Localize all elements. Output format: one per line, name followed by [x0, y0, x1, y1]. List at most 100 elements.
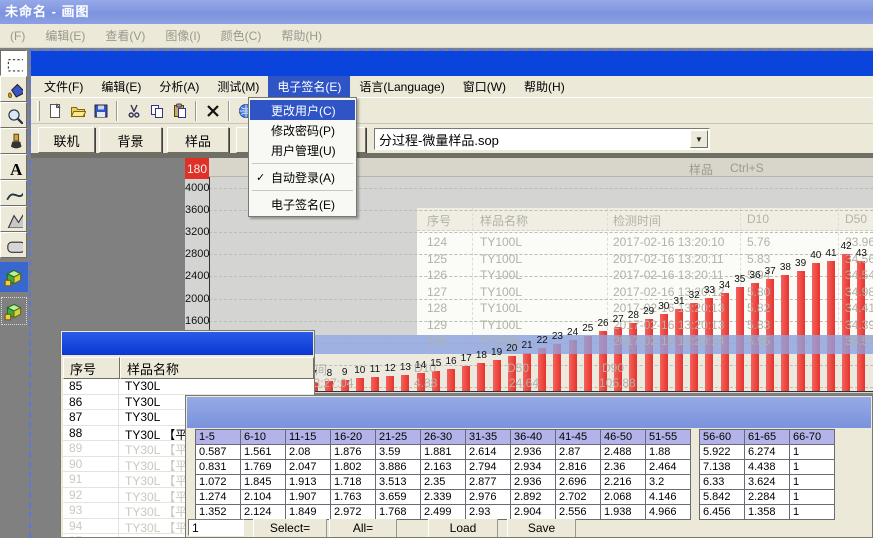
delete-button[interactable]: [201, 100, 224, 122]
results-cell[interactable]: 3.59: [375, 444, 421, 460]
results-cell[interactable]: 2.284: [744, 489, 790, 505]
results-col-header[interactable]: 16-20: [330, 429, 376, 445]
results-cell[interactable]: 1.072: [195, 474, 241, 490]
results-cell[interactable]: 3.624: [744, 474, 790, 490]
results-cell[interactable]: 2.87: [555, 444, 601, 460]
results-cell[interactable]: 6.274: [744, 444, 790, 460]
app-menu-item-1[interactable]: 编辑(E): [92, 76, 150, 97]
menu-item-4[interactable]: ✓自动登录(A): [250, 167, 355, 187]
paint-tool-brush[interactable]: [0, 128, 27, 154]
paint-tool-rounded-rect[interactable]: [0, 232, 27, 258]
results-cell[interactable]: 3.659: [375, 489, 421, 505]
results-cell[interactable]: 1.907: [285, 489, 331, 505]
results-col-header[interactable]: 41-45: [555, 429, 601, 445]
results-cell[interactable]: 1: [789, 459, 835, 475]
results-cell[interactable]: 2.696: [555, 474, 601, 490]
new-button[interactable]: [43, 100, 66, 122]
paint-menu-item-0[interactable]: (F): [0, 29, 35, 43]
results-cell[interactable]: 2.614: [465, 444, 511, 460]
results-cell[interactable]: 2.068: [600, 489, 646, 505]
app-menu-item-2[interactable]: 分析(A): [150, 76, 208, 97]
results-cell[interactable]: 2.816: [555, 459, 601, 475]
paint-tool-select[interactable]: [0, 50, 27, 76]
results-cell[interactable]: 6.33: [699, 474, 745, 490]
results-cell[interactable]: 2.08: [285, 444, 331, 460]
paint-menu-item-1[interactable]: 编辑(E): [35, 27, 95, 44]
chevron-down-icon[interactable]: ▼: [690, 130, 708, 148]
results-col-header[interactable]: 36-40: [510, 429, 556, 445]
menu-item-6[interactable]: 电子签名(E): [250, 194, 355, 214]
app-menu-item-4[interactable]: 电子签名(E): [268, 76, 350, 97]
app-button-2[interactable]: 样品: [167, 127, 229, 153]
results-cell[interactable]: 2.934: [510, 459, 556, 475]
results-cell[interactable]: 1: [789, 489, 835, 505]
cut-button[interactable]: [122, 100, 145, 122]
results-cell[interactable]: 1.769: [240, 459, 286, 475]
results-col-header[interactable]: 61-65: [744, 429, 790, 445]
results-col-header[interactable]: 56-60: [699, 429, 745, 445]
paste-button[interactable]: [168, 100, 191, 122]
results-col-header[interactable]: 51-55: [645, 429, 691, 445]
open-button[interactable]: [66, 100, 89, 122]
results-cell[interactable]: 3.513: [375, 474, 421, 490]
paint-tool-curve[interactable]: [0, 180, 27, 206]
results-col-header[interactable]: 6-10: [240, 429, 286, 445]
paint-menu-item-4[interactable]: 颜色(C): [211, 27, 272, 44]
all-button[interactable]: All=: [329, 519, 397, 537]
paint-tool-zoom[interactable]: [0, 102, 27, 128]
paint-menu-item-2[interactable]: 查看(V): [95, 27, 155, 44]
results-cell[interactable]: 4.146: [645, 489, 691, 505]
paint-tool-polygon[interactable]: [0, 206, 27, 232]
results-cell[interactable]: 0.831: [195, 459, 241, 475]
results-col-header[interactable]: 26-30: [420, 429, 466, 445]
results-cell[interactable]: 2.339: [420, 489, 466, 505]
results-cell[interactable]: 3.2: [645, 474, 691, 490]
results-cell[interactable]: 1.561: [240, 444, 286, 460]
count-input[interactable]: [188, 519, 244, 536]
app-shortcut-cube-1[interactable]: [0, 296, 28, 326]
sample-col-header-1[interactable]: 样品名称: [120, 357, 314, 379]
results-cell[interactable]: 2.794: [465, 459, 511, 475]
results-cell[interactable]: 4.438: [744, 459, 790, 475]
sample-row-85[interactable]: 85TY30L: [63, 379, 314, 395]
results-col-header[interactable]: 21-25: [375, 429, 421, 445]
results-cell[interactable]: 5.842: [699, 489, 745, 505]
results-cell[interactable]: 2.892: [510, 489, 556, 505]
paint-menu-item-5[interactable]: 帮助(H): [271, 27, 332, 44]
paint-tool-fill[interactable]: [0, 76, 27, 102]
results-cell[interactable]: 2.877: [465, 474, 511, 490]
results-cell[interactable]: 1: [789, 444, 835, 460]
select-button[interactable]: Select=: [253, 519, 327, 537]
app-button-1[interactable]: 背景: [99, 127, 162, 153]
sop-combobox[interactable]: 分过程-微量样品.sop ▼: [374, 128, 710, 150]
app-shortcut-cube-0[interactable]: [0, 262, 28, 292]
app-menu-item-6[interactable]: 窗口(W): [454, 76, 515, 97]
results-cell[interactable]: 1.88: [645, 444, 691, 460]
results-cell[interactable]: 1.802: [330, 459, 376, 475]
results-cell[interactable]: 2.936: [510, 444, 556, 460]
results-cell[interactable]: 2.047: [285, 459, 331, 475]
app-menu-item-5[interactable]: 语言(Language): [350, 76, 453, 97]
save-button[interactable]: [89, 100, 112, 122]
app-menu-item-3[interactable]: 测试(M): [208, 76, 268, 97]
results-cell[interactable]: 2.702: [555, 489, 601, 505]
paint-tool-text[interactable]: A: [0, 154, 27, 180]
results-cell[interactable]: 1.845: [240, 474, 286, 490]
results-cell[interactable]: 0.587: [195, 444, 241, 460]
results-cell[interactable]: 1.718: [330, 474, 376, 490]
results-col-header[interactable]: 66-70: [789, 429, 835, 445]
results-col-header[interactable]: 31-35: [465, 429, 511, 445]
results-cell[interactable]: 1.274: [195, 489, 241, 505]
results-cell[interactable]: 2.488: [600, 444, 646, 460]
results-cell[interactable]: 2.163: [420, 459, 466, 475]
app-menu-item-0[interactable]: 文件(F): [35, 76, 92, 97]
results-col-header[interactable]: 1-5: [195, 429, 241, 445]
results-cell[interactable]: 5.922: [699, 444, 745, 460]
copy-button[interactable]: [145, 100, 168, 122]
app-button-0[interactable]: 联机: [38, 127, 95, 153]
menu-item-0[interactable]: 更改用户(C): [250, 100, 355, 120]
paint-menu-item-3[interactable]: 图像(I): [155, 27, 210, 44]
results-col-header[interactable]: 11-15: [285, 429, 331, 445]
results-cell[interactable]: 1.763: [330, 489, 376, 505]
results-cell[interactable]: 2.936: [510, 474, 556, 490]
